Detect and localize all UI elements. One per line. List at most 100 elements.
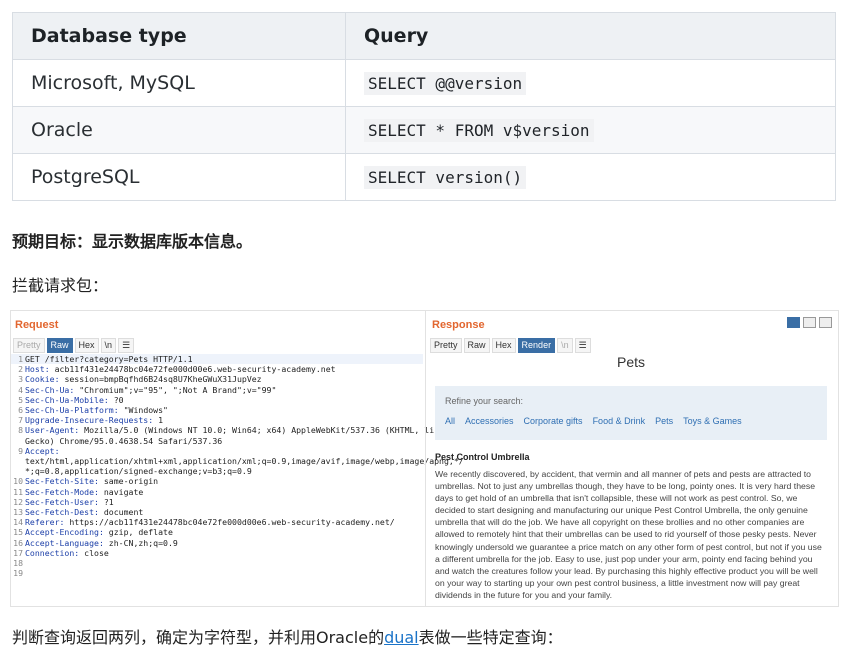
line-text: Sec-Ch-Ua: "Chromium";v="95", ";Not A Br…	[25, 385, 423, 395]
line-text: Accept:	[25, 446, 423, 456]
header-key: Upgrade-Insecure-Requests:	[25, 415, 154, 426]
product-title: Pest Control Umbrella	[435, 452, 530, 462]
request-line: 2 Host: acb11f431e24478bc04e72fe000d00e6.…	[11, 364, 423, 374]
header-key: User-Agent:	[25, 425, 80, 436]
header-value: ?1	[98, 496, 114, 507]
line-number	[11, 456, 25, 466]
dual-link[interactable]: dual	[384, 628, 419, 647]
line-number: 6	[18, 405, 23, 416]
request-body[interactable]: 1 GET /filter?category=Pets HTTP/1.1 2 Host…	[11, 354, 464, 604]
line-text: Sec-Ch-Ua-Mobile: ?0	[25, 395, 423, 405]
pane-divider	[425, 311, 426, 606]
category-link[interactable]: Corporate gifts	[524, 416, 583, 426]
refine-label: Refine your search:	[445, 396, 524, 406]
line-number	[11, 466, 25, 476]
category-link[interactable]: Accessories	[465, 416, 514, 426]
menu-icon[interactable]: ☰	[118, 338, 135, 353]
query-cell: SELECT * FROM v$version	[345, 106, 836, 154]
header-key: Sec-Ch-Ua-Mobile:	[25, 394, 109, 405]
horizontal-view-icon[interactable]	[803, 317, 816, 328]
header-key: Host:	[25, 364, 50, 375]
db-type-cell: Microsoft, MySQL	[12, 59, 346, 107]
header-value: "Windows"	[118, 405, 168, 416]
table-row: PostgreSQL SELECT version()	[12, 153, 836, 201]
line-text: text/html,application/xhtml+xml,applicat…	[25, 456, 464, 466]
header-value: gzip, deflate	[103, 527, 173, 538]
line-text: Referer: https://acb11f431e24478bc04e72f…	[25, 517, 423, 527]
vertical-view-icon[interactable]	[819, 317, 832, 328]
tab-raw[interactable]: Raw	[463, 338, 490, 353]
menu-icon[interactable]: ☰	[574, 338, 591, 353]
tab-render[interactable]: Render	[517, 338, 556, 353]
header-key: Sec-Fetch-Dest:	[25, 507, 99, 518]
line-number: 3	[18, 374, 23, 385]
request-line: *;q=0.8,application/signed-exchange;v=b3…	[11, 466, 423, 476]
category-link[interactable]: Pets	[655, 416, 673, 426]
header-key: Sec-Ch-Ua-Platform:	[25, 405, 119, 416]
header-value: Mozilla/5.0 (Windows NT 10.0; Win64; x64…	[79, 425, 445, 436]
header-key: Referer:	[25, 517, 65, 528]
tab-hex[interactable]: Hex	[491, 338, 516, 353]
header-value: session=bmpBqfhd6B24sq8U7KheGWuX31JupVez	[59, 374, 262, 385]
request-line: 17 Connection: close	[11, 548, 423, 558]
query-code: SELECT * FROM v$version	[364, 119, 594, 142]
header-value: acb11f431e24478bc04e72fe000d00e6.web-sec…	[49, 364, 336, 375]
header-value: https://acb11f431e24478bc04e72fe000d00e6…	[64, 517, 395, 528]
header-key: Accept-Language:	[25, 537, 104, 548]
intercept-text: 拦截请求包：	[12, 276, 109, 295]
header-value: close	[79, 547, 109, 558]
query-cell: SELECT @@version	[345, 59, 836, 107]
tab-pretty[interactable]: Pretty	[430, 338, 462, 353]
line-text: Sec-Fetch-Mode: navigate	[25, 487, 423, 497]
header-query: Query	[345, 12, 836, 60]
layout-toggle[interactable]	[787, 317, 832, 328]
line-text: *;q=0.8,application/signed-exchange;v=b3…	[25, 466, 423, 476]
request-line: 9 Accept:	[11, 446, 423, 456]
header-value: GET /filter?category=Pets HTTP/1.1	[25, 354, 193, 364]
request-line: 13 Sec-Fetch-Dest: document	[11, 507, 423, 517]
line-number: 13	[13, 507, 23, 518]
line-number: 9	[18, 445, 23, 456]
rendered-response: Pets Refine your search: All Accessories…	[429, 354, 833, 604]
line-number: 2	[18, 364, 23, 375]
request-line: 7 Upgrade-Insecure-Requests: 1	[11, 415, 423, 425]
response-pane-title: Response	[432, 319, 485, 331]
table-row: Microsoft, MySQL SELECT @@version	[12, 59, 836, 107]
line-number: 14	[13, 517, 23, 528]
line-text: Connection: close	[25, 548, 423, 558]
tab-newline[interactable]: \n	[557, 338, 573, 353]
request-line: 4 Sec-Ch-Ua: "Chromium";v="95", ";Not A B…	[11, 385, 423, 395]
split-view-icon[interactable]	[787, 317, 800, 328]
conclusion-after: 表做一些特定查询：	[418, 628, 563, 647]
line-text: GET /filter?category=Pets HTTP/1.1	[25, 354, 423, 364]
conclusion-before: 判断查询返回两列，确定为字符型，并利用Oracle的	[12, 628, 385, 647]
header-value: zh-CN,zh;q=0.9	[103, 537, 178, 548]
tab-hex[interactable]: Hex	[74, 338, 99, 353]
line-number: 17	[13, 547, 23, 558]
header-value: same-origin	[98, 476, 159, 487]
tab-pretty[interactable]: Pretty	[13, 338, 45, 353]
header-key: Sec-Fetch-Site:	[25, 476, 99, 487]
line-text: Upgrade-Insecure-Requests: 1	[25, 415, 423, 425]
category-link[interactable]: All	[445, 416, 455, 426]
header-value: *;q=0.8,application/signed-exchange;v=b3…	[25, 466, 252, 477]
request-line: 11 Sec-Fetch-Mode: navigate	[11, 487, 423, 497]
category-link[interactable]: Food & Drink	[593, 416, 646, 426]
header-key: Connection:	[25, 547, 80, 558]
request-line: 12 Sec-Fetch-User: ?1	[11, 497, 423, 507]
database-version-table: Database type Query Microsoft, MySQL SEL…	[12, 12, 836, 201]
tab-raw[interactable]: Raw	[46, 338, 73, 353]
line-number: 16	[13, 537, 23, 548]
request-pane-title: Request	[15, 319, 59, 331]
line-text: Accept-Language: zh-CN,zh;q=0.9	[25, 538, 423, 548]
burp-screenshot: Request Pretty Raw Hex \n ☰ 1 GET /filter…	[10, 310, 839, 607]
header-key: Sec-Fetch-Mode:	[25, 486, 99, 497]
line-text: User-Agent: Mozilla/5.0 (Windows NT 10.0…	[25, 425, 444, 435]
line-text: Sec-Ch-Ua-Platform: "Windows"	[25, 405, 423, 415]
request-line: text/html,application/xhtml+xml,applicat…	[11, 456, 464, 466]
header-value: ?0	[108, 394, 124, 405]
header-value: Gecko) Chrome/95.0.4638.54 Safari/537.36	[25, 435, 223, 446]
category-link[interactable]: Toys & Games	[683, 416, 742, 426]
header-value: document	[98, 507, 144, 518]
tab-newline[interactable]: \n	[100, 338, 117, 353]
